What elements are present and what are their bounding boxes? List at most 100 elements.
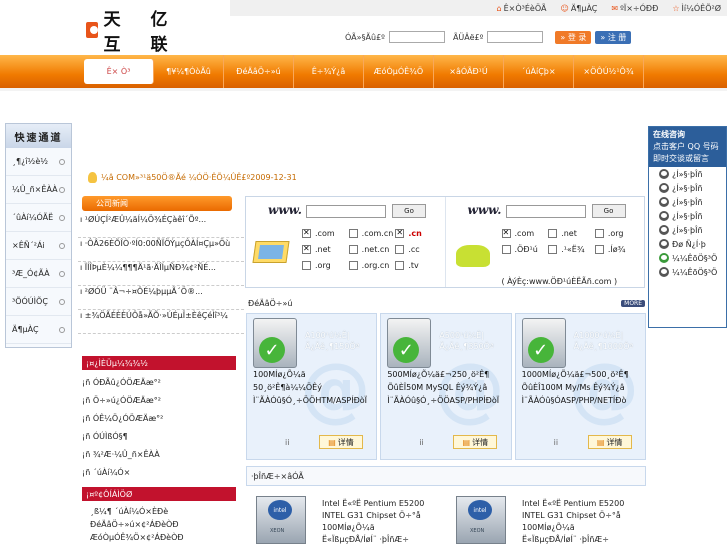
quick-item[interactable]: ´ûÀí¼ÓÃË — [6, 204, 71, 232]
announcement-text[interactable]: ¼â COM»³¹ä50Ö®Ãé ¼ÓÖ·ÊÕ¼ÛÊ£º2009-12-31 — [101, 173, 297, 182]
help-link[interactable]: ¡ñ Ö÷»ú¿ÓÖÆÄæ°² — [82, 391, 236, 409]
qq-rep[interactable]: ¼¼ÊõÖ§³Ö — [649, 265, 726, 279]
agent-link[interactable]: ¸ß¼¶ ´úÀí¼Ó×ÈÐè — [90, 505, 236, 518]
tld-label: .cc — [408, 245, 420, 254]
qq-rep[interactable]: ¿Í»§·þÎñ — [649, 223, 726, 237]
news-item[interactable]: ı ¹ØÚÇÍ²ÆÛ¼äÍ¼Ö¾ÉÇàêî´Õº... — [78, 214, 244, 238]
penguin-icon — [659, 183, 669, 193]
help-link[interactable]: ¡ñ ´úÀí¼Ó× — [82, 463, 236, 481]
news-item[interactable]: ı ±¾ÖÃÉÈÈÚÔå»ÃÕ·»ÚÉµÎ±ÈêÇéÌî³¼ — [78, 310, 244, 334]
detail-icon: ▤ — [596, 437, 605, 447]
tld-checkbox[interactable]: .com — [302, 228, 349, 239]
quick-item[interactable]: ³ÕÓÚÌÕÇ — [6, 288, 71, 316]
server-card[interactable]: intel XEON Intel Ë«ºË Pentium E5200 INTEL… — [446, 486, 646, 545]
detail-button[interactable]: ▤ 详情 — [319, 435, 363, 449]
top-link-home[interactable]: ⌂ Ê×Ò³ÉèÖÃ — [497, 4, 547, 13]
news-item[interactable]: ı ÏÍÎÞµÈ¼¼¶¶¶Ä¹ã·ÄÎÍµÑÐ¾­¢²ÑÉ... — [78, 262, 244, 286]
main-nav: Ê× Ò³ ¶¥¼¶ÓòÃû ÐéÄâÖ÷»ú Ê÷¾Ý¿â ÆóÒµÓÊ¾Ö … — [0, 55, 727, 88]
tld-label: .net.cn — [361, 245, 390, 254]
tld-checkbox[interactable]: .org — [594, 228, 642, 239]
qq-rep[interactable]: Ðø Ñ¿Í·þ — [649, 237, 726, 251]
user-icon: ☺ — [560, 3, 569, 13]
tld-checkbox[interactable]: .org.cn — [348, 260, 396, 271]
domain-input[interactable] — [306, 205, 386, 218]
register-button[interactable]: » 注 册 — [595, 30, 632, 44]
tld-checkbox[interactable]: .ÖÐ¹ú — [501, 244, 549, 255]
password-input[interactable] — [487, 31, 544, 43]
tld-label: .cn — [408, 229, 422, 238]
nav-item-home[interactable]: Ê× Ò³ — [84, 59, 154, 84]
username-input[interactable] — [388, 31, 445, 43]
qq-rep[interactable]: ¿Í»§·þÎñ — [649, 167, 726, 181]
quick-item[interactable]: ¸¶¿î½è½ — [6, 148, 71, 176]
circle-icon — [59, 186, 65, 193]
domain-search-en: www. Go .com .com.cn .cn .net .net.cn .cc .org… — [246, 197, 445, 287]
agent-section-header: ¡¤º¢ÔÍÁÌÖØ — [82, 487, 236, 501]
announcement-bar: ¼â COM»³¹ä50Ö®Ãé ¼ÓÖ·ÊÕ¼ÛÊ£º2009-12-31 — [88, 170, 628, 184]
mouse-icon — [455, 245, 490, 267]
nav-item-support[interactable]: ×ÖÔÚ½¹Ô¾ — [574, 55, 644, 88]
help-link[interactable]: ¡ñ ÓÚÌßÓ§¶ — [82, 427, 236, 445]
top-link-service[interactable]: ☺ Ä¶µÀÇ — [560, 4, 597, 13]
quick-item[interactable]: Ä¶µÀÇ — [6, 316, 71, 344]
help-link[interactable]: ¡ñ ÓÊ¼Ö¿ÓÖÆÄæ°² — [82, 409, 236, 427]
nav-item-database[interactable]: Ê÷¾Ý¿â — [294, 55, 364, 88]
server-cards: intel XEON Intel Ë«ºË Pentium E5200 INTEL… — [246, 486, 646, 545]
tld-checkbox[interactable]: .net — [302, 244, 349, 255]
go-button[interactable]: Go — [591, 204, 626, 218]
detail-button[interactable]: ▤ 详情 — [453, 435, 498, 449]
agent-links: ¸ß¼¶ ´úÀí¼Ó×ÈÐè ÐéÄâÖ÷»ú×¢²ÁÐèÒÐ ÆóÒµÓÊ¾… — [90, 505, 236, 544]
top-link-partner[interactable]: ✉ ºÏ×÷ÓÐÐ — [611, 4, 658, 13]
checkbox-icon — [302, 261, 311, 270]
tld-checkbox[interactable]: .¹«Ë¾ — [548, 244, 595, 255]
news-item[interactable]: ı ²ØÓÜ ¨Â¬÷¤ÔÉ¼þµµÃ´Ö®... — [78, 286, 244, 310]
tld-label: .net — [561, 229, 577, 238]
hosting-card: @ A500¹ú¼Ê|Ã¿Äê¸¶350Ôª 500MÍø¿Õ¼ä£¬250¸ö… — [380, 313, 512, 460]
help-section-header: ¡¤¿ÌÈÜµ¼¾¾½ — [82, 356, 236, 370]
qq-rep[interactable]: ¿Í»§·þÎñ — [649, 181, 726, 195]
detail-button[interactable]: ▤ 详情 — [587, 435, 632, 449]
tld-checkbox[interactable]: .net — [548, 228, 595, 239]
quick-item[interactable]: ¼Û_ñ×ÊÀÀ — [6, 176, 71, 204]
detail-icon: ▤ — [462, 437, 471, 447]
nav-item-rental[interactable]: ×âÓÃÐ¹Ú — [434, 55, 504, 88]
agent-link[interactable]: ÆóÒµÓÊ¾Ö×¢²ÁÐèÒÐ — [90, 531, 236, 544]
server-card[interactable]: intel XEON Intel Ë«ºË Pentium E5200 INTEL… — [246, 486, 446, 545]
quick-item[interactable]: ×ÊÑ´²Ái — [6, 232, 71, 260]
nav-item-hosting[interactable]: ÐéÄâÖ÷»ú — [224, 55, 294, 88]
tld-checkbox[interactable]: .net.cn — [348, 244, 396, 255]
server-check-icon — [253, 318, 297, 368]
more-button[interactable]: MORE — [621, 299, 645, 307]
tld-checkbox[interactable]: .cc — [395, 244, 442, 255]
go-button[interactable]: Go — [392, 204, 426, 218]
domain-input[interactable] — [505, 205, 586, 218]
server-desc: Intel Ë«ºË Pentium E5200 INTEL G31 Chipse… — [522, 499, 625, 544]
checkbox-icon — [395, 245, 405, 254]
top-link-favorite[interactable]: ☆ Ìí¼ÓÊÕ²Ø — [672, 4, 721, 13]
nav-item-agent[interactable]: ´úÀíÇþ× — [504, 55, 574, 88]
nav-item-mail[interactable]: ÆóÒµÓÊ¾Ö — [364, 55, 434, 88]
hosting-desc: 1000MÍø¿Õ¼ä£¬500¸ö²Ê¶ ÕûÈÎ100M My/Ms Êý¾Ý… — [521, 370, 629, 405]
tld-checkbox[interactable]: .cn — [395, 228, 442, 239]
help-link[interactable]: ¡ñ ¾²Æ·¼Û_ñ×ÊÀÀ — [82, 445, 236, 463]
tld-checkbox[interactable]: .com — [501, 228, 549, 239]
help-link[interactable]: ¡ñ ÓÐÃû¿ÓÖÆÄæ°² — [82, 373, 236, 391]
news-item[interactable]: ı ·ÔÂ26ÈÕÎÒ·ºÍ0:00ÑÏÖÝµçÔÀÍ¤Çµ»Öù — [78, 238, 244, 262]
circle-icon — [59, 242, 65, 249]
hosting-title: ÐéÄâÖ÷»ú — [248, 298, 293, 308]
tld-checkbox[interactable]: .tv — [395, 260, 442, 271]
qq-rep[interactable]: ¿Í»§·þÎñ — [649, 209, 726, 223]
agent-link[interactable]: ÐéÄâÖ÷»ú×¢²ÁÐèÒÐ — [90, 518, 236, 531]
checkbox-icon — [594, 229, 604, 238]
qq-rep[interactable]: ¿Í»§·þÎñ — [649, 195, 726, 209]
tld-checkbox[interactable]: .Íø¾ — [594, 244, 642, 255]
quick-panel-title: 快速通道 — [6, 124, 71, 148]
nav-item-domain[interactable]: ¶¥¼¶ÓòÃû — [154, 55, 224, 88]
qq-rep[interactable]: ¼¼ÊõÖ§³Ö — [649, 251, 726, 265]
login-button[interactable]: » 登 录 — [555, 30, 592, 44]
tld-checkbox[interactable]: .com.cn — [348, 228, 396, 239]
company-news-tab[interactable]: 公司新闻 — [82, 196, 232, 211]
quick-item[interactable]: ³Æ_Ó¢ÃÀ — [6, 260, 71, 288]
logo[interactable]: 天 亿 互 联 — [86, 10, 226, 55]
tld-checkbox[interactable]: .org — [302, 260, 349, 271]
